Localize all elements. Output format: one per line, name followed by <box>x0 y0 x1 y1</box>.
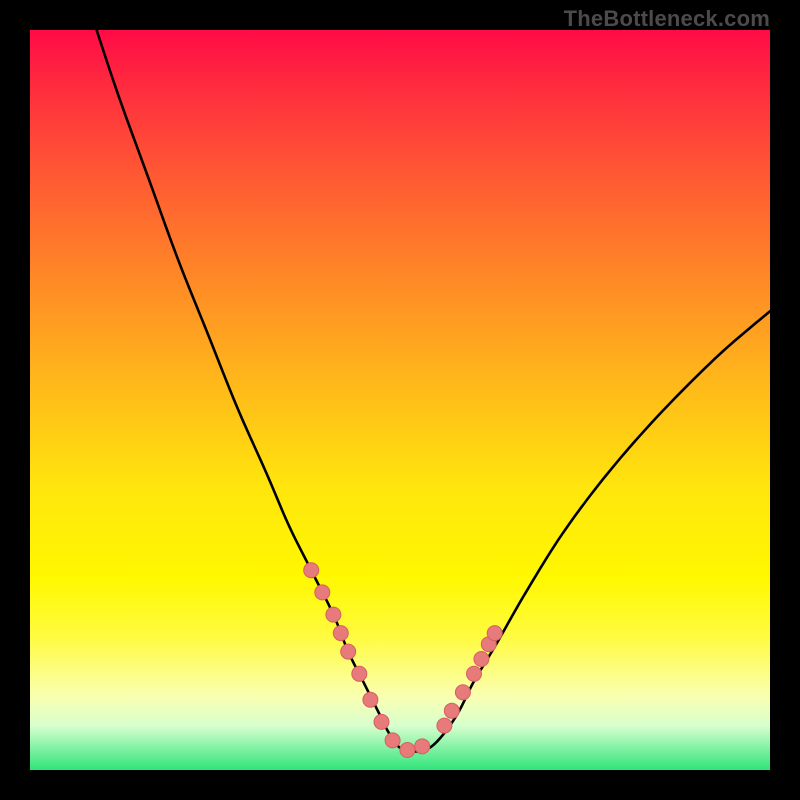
data-marker <box>474 652 489 667</box>
data-marker <box>437 718 452 733</box>
data-marker <box>333 626 348 641</box>
watermark-text: TheBottleneck.com <box>564 6 770 32</box>
data-marker <box>444 703 459 718</box>
data-marker <box>400 743 415 758</box>
data-marker <box>487 626 502 641</box>
plot-area <box>30 30 770 770</box>
data-marker <box>304 563 319 578</box>
data-marker <box>385 733 400 748</box>
data-marker <box>455 685 470 700</box>
data-marker <box>467 666 482 681</box>
bottleneck-curve <box>97 30 770 752</box>
data-marker <box>315 585 330 600</box>
data-marker <box>326 607 341 622</box>
chart-frame: TheBottleneck.com <box>0 0 800 800</box>
data-marker <box>363 692 378 707</box>
data-marker <box>374 714 389 729</box>
data-marker <box>352 666 367 681</box>
curve-layer <box>30 30 770 770</box>
data-marker <box>341 644 356 659</box>
data-marker <box>415 739 430 754</box>
marker-group <box>304 563 503 758</box>
